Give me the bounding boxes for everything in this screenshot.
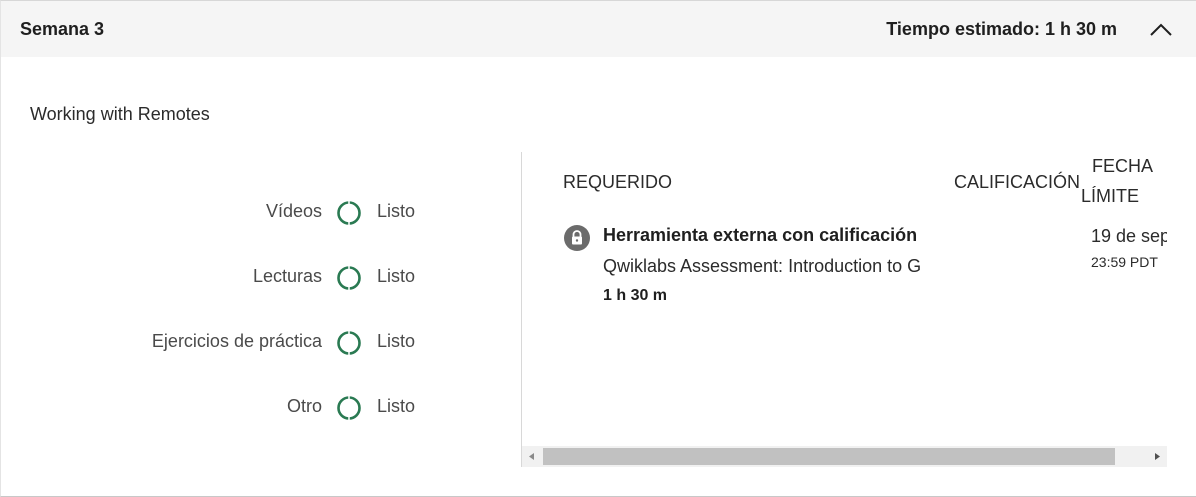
item-type[interactable]: Herramienta externa con calificación [603,225,917,246]
summary-status: Listo [377,396,416,416]
summary-row-readings: Lecturas Listo [1,262,521,292]
items-table: REQUERIDO CALIFICACIÓN FECHA LÍMITE Herr… [522,152,1167,467]
scroll-right-arrow-icon[interactable] [1146,446,1167,467]
scroll-left-arrow-icon[interactable] [522,446,543,467]
progress-ring-icon [336,265,362,291]
item-name[interactable]: Qwiklabs Assessment: Introduction to G [603,256,934,277]
lock-icon [564,225,590,251]
week-header[interactable]: Semana 3 Tiempo estimado: 1 h 30 m [1,1,1196,57]
summary-row-practice: Ejercicios de práctica Listo [1,327,521,357]
progress-ring-icon [336,330,362,356]
summary-row-videos: Vídeos Listo [1,197,521,227]
scrollbar-thumb[interactable] [543,448,1115,465]
summary-status: Listo [377,266,416,286]
summary-label: Ejercicios de práctica [151,331,322,351]
header-due-line2: LÍMITE [1081,186,1140,206]
progress-ring-icon [336,395,362,421]
due-date: 19 de sep [1091,226,1167,246]
header-due-line1: FECHA [1092,156,1154,176]
summary-status: Listo [377,201,416,221]
header-required: REQUERIDO [563,172,673,192]
header-grade: CALIFICACIÓN [954,172,1081,192]
due-time: 23:59 PDT [1091,254,1158,270]
summary-label: Vídeos [265,201,322,221]
week-panel: Semana 3 Tiempo estimado: 1 h 30 m Worki… [0,0,1196,497]
week-title: Semana 3 [20,19,105,39]
summary-row-other: Otro Listo [1,392,521,422]
estimated-time: Tiempo estimado: 1 h 30 m [886,19,1117,39]
summary-label: Otro [286,396,322,416]
progress-ring-icon [336,200,362,226]
horizontal-scrollbar[interactable] [522,446,1167,467]
module-title: Working with Remotes [30,104,210,124]
summary-label: Lecturas [252,266,322,286]
item-duration: 1 h 30 m [603,287,668,304]
chevron-up-icon[interactable] [1149,19,1173,39]
summary-status: Listo [377,331,416,351]
